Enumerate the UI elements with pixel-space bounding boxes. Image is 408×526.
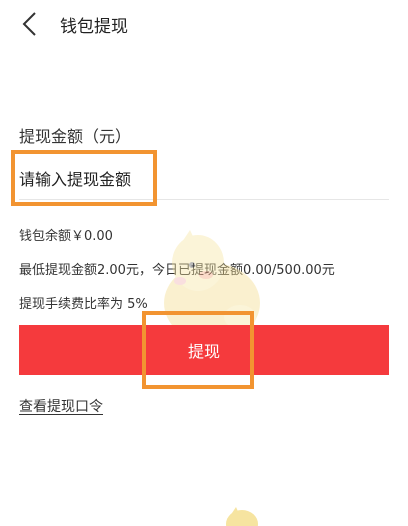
input-divider bbox=[19, 199, 389, 200]
mascot-peek-icon bbox=[226, 507, 258, 526]
withdraw-button[interactable]: 提现 bbox=[19, 325, 389, 375]
header-bar: 钱包提现 bbox=[0, 0, 408, 50]
fee-rate-text: 提现手续费比率为 5% bbox=[19, 297, 148, 312]
wallet-balance-text: 钱包余额￥0.00 bbox=[19, 229, 113, 244]
amount-label: 提现金额（元） bbox=[19, 127, 132, 146]
page-title: 钱包提现 bbox=[60, 17, 128, 37]
chevron-left-icon[interactable] bbox=[18, 10, 42, 38]
withdraw-amount-input[interactable] bbox=[19, 160, 389, 198]
view-withdraw-code-link[interactable]: 查看提现口令 bbox=[19, 396, 103, 416]
withdraw-limit-text: 最低提现金额2.00元，今日已提现金额0.00/500.00元 bbox=[19, 263, 335, 278]
